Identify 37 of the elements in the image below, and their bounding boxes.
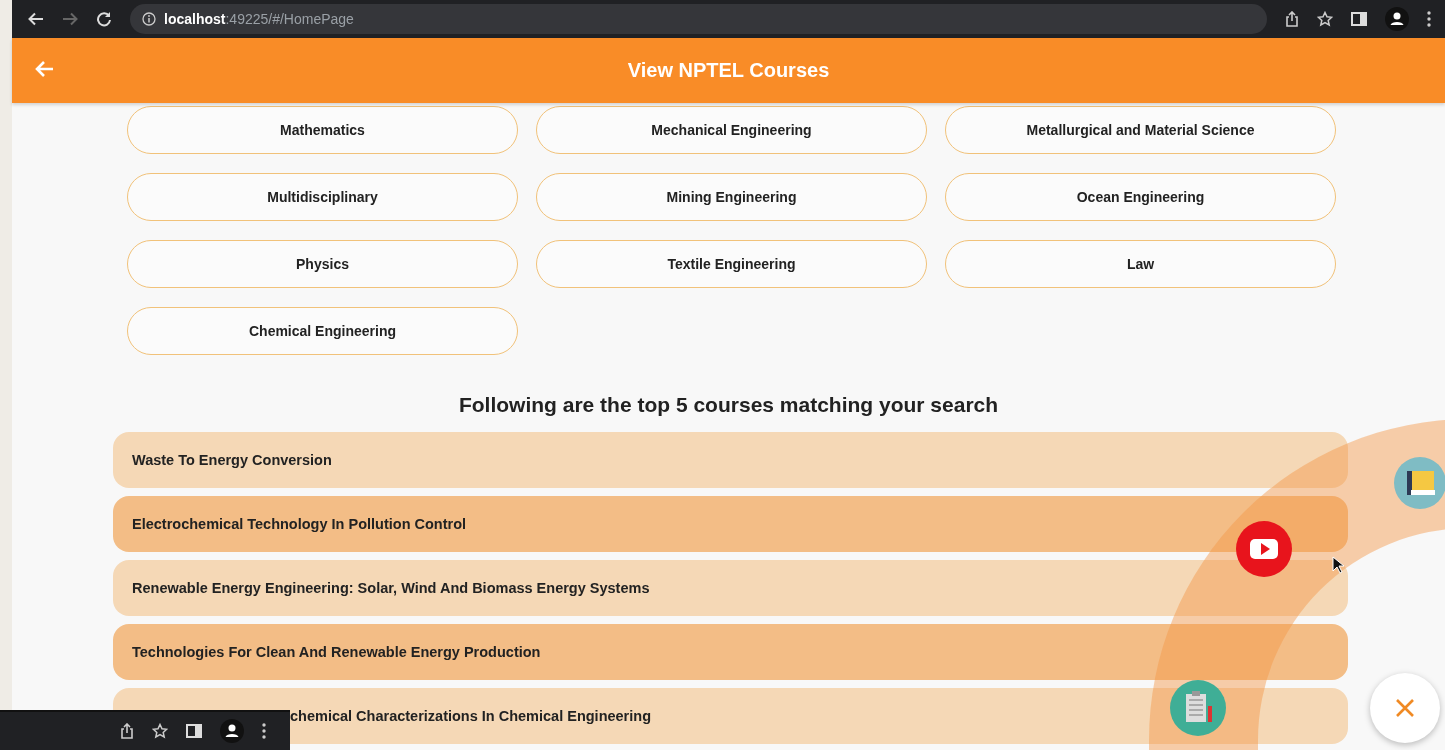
back-arrow-icon[interactable] xyxy=(28,12,44,26)
url-text: localhost:49225/#/HomePage xyxy=(164,11,354,27)
share-icon[interactable] xyxy=(120,723,134,739)
book-icon[interactable] xyxy=(1394,457,1445,509)
forward-arrow-icon[interactable] xyxy=(62,12,78,26)
profile-icon[interactable] xyxy=(220,719,244,743)
side-panel-icon[interactable] xyxy=(186,724,202,738)
category-chip[interactable]: Physics xyxy=(127,240,518,288)
mouse-cursor-icon xyxy=(1332,556,1344,574)
category-chip[interactable]: Chemical Engineering xyxy=(127,307,518,355)
clipboard-icon[interactable] xyxy=(1170,680,1226,736)
results-heading: Following are the top 5 courses matching your search xyxy=(458,393,999,418)
star-icon[interactable] xyxy=(152,723,168,739)
category-chip[interactable]: Law xyxy=(945,240,1336,288)
category-chip[interactable]: Metallurgical and Material Science xyxy=(945,106,1336,154)
category-chip[interactable]: Textile Engineering xyxy=(536,240,927,288)
share-icon[interactable] xyxy=(1285,11,1299,27)
side-panel-icon[interactable] xyxy=(1351,12,1367,26)
course-item[interactable]: Technologies For Clean And Renewable Energy Production xyxy=(113,624,1348,680)
category-chip[interactable]: Multidisciplinary xyxy=(127,173,518,221)
app-title: View NPTEL Courses xyxy=(627,59,830,82)
category-chip[interactable]: Mechanical Engineering xyxy=(536,106,927,154)
star-icon[interactable] xyxy=(1317,11,1333,27)
menu-icon[interactable] xyxy=(1427,11,1431,27)
course-item[interactable]: Renewable Energy Engineering: Solar, Wind And Biomass Energy Systems xyxy=(113,560,1348,616)
category-chip[interactable]: Mining Engineering xyxy=(536,173,927,221)
info-icon[interactable] xyxy=(142,12,156,26)
address-bar[interactable]: localhost:49225/#/HomePage xyxy=(130,4,1267,34)
course-item[interactable]: Waste To Energy Conversion xyxy=(113,432,1348,488)
close-icon xyxy=(1395,698,1415,718)
category-chip[interactable]: Mathematics xyxy=(127,106,518,154)
category-chip[interactable]: Ocean Engineering xyxy=(945,173,1336,221)
profile-icon[interactable] xyxy=(1385,7,1409,31)
play-video-icon[interactable] xyxy=(1236,521,1292,577)
course-item[interactable]: Electrochemical Technology In Pollution Control xyxy=(113,496,1348,552)
reload-icon[interactable] xyxy=(96,11,112,27)
menu-icon[interactable] xyxy=(262,723,266,739)
